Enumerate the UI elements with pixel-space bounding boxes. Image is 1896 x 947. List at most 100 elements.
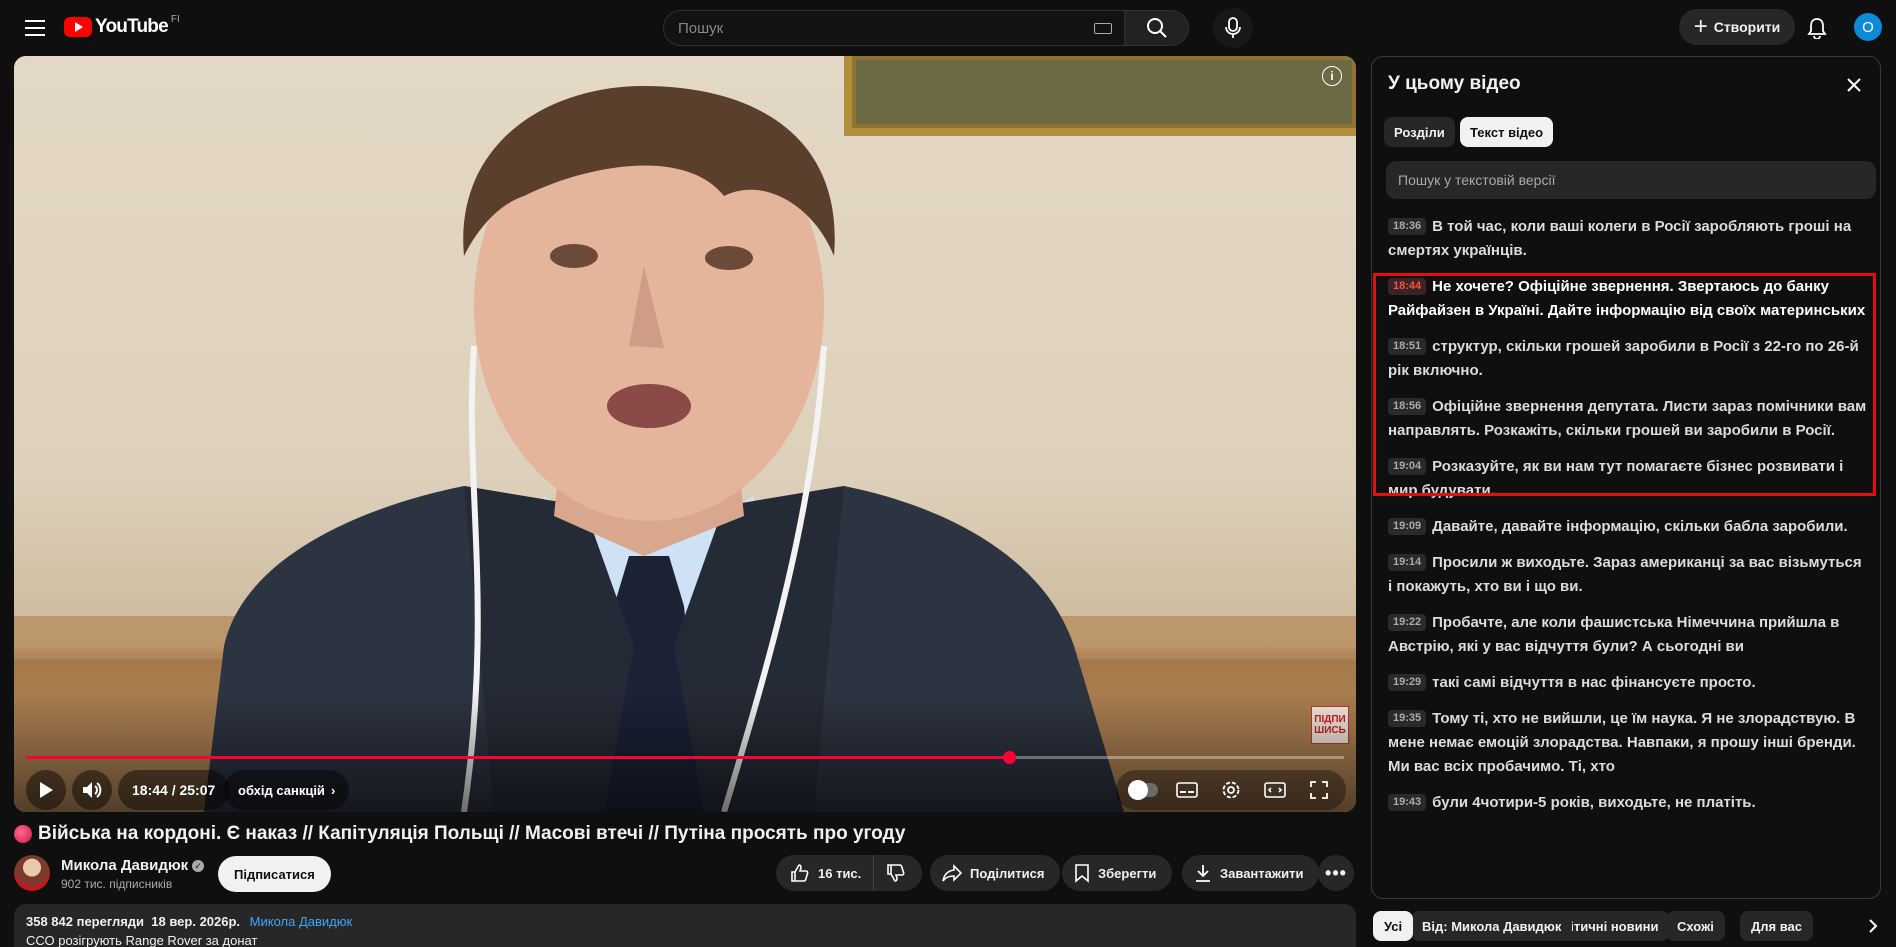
transcript-segment[interactable]: 19:22 Пробачте, але коли фашистська Німеч… bbox=[1372, 611, 1880, 659]
player-right-controls bbox=[1116, 770, 1346, 810]
save-button[interactable]: Зберегти bbox=[1062, 855, 1173, 891]
info-icon[interactable]: i bbox=[1322, 66, 1342, 86]
filter-chip[interactable]: Від: Микола Давидюк bbox=[1411, 911, 1573, 941]
voice-search-button[interactable] bbox=[1213, 8, 1253, 48]
transcript-segment[interactable]: 18:36 В той час, коли ваші колеги в Росії… bbox=[1372, 215, 1880, 263]
segment-text: Тому ті, хто не вийшли, це їм наука. Я н… bbox=[1388, 710, 1856, 775]
transcript-segment[interactable]: 19:14 Просили ж виходьте. Зараз американц… bbox=[1372, 551, 1880, 599]
transcript-segment[interactable]: 18:56 Офіційне звернення депутата. Листи … bbox=[1372, 395, 1880, 443]
transcript-segment[interactable]: 19:09 Давайте, давайте інформацію, скільк… bbox=[1372, 515, 1880, 539]
like-button[interactable]: 16 тис. bbox=[776, 855, 875, 891]
keyboard-icon[interactable] bbox=[1094, 23, 1112, 34]
volume-button[interactable] bbox=[72, 770, 112, 810]
share-icon bbox=[942, 864, 962, 882]
panel-title: У цьому відео bbox=[1388, 73, 1521, 94]
search-input[interactable] bbox=[678, 19, 1078, 37]
bell-icon bbox=[1807, 18, 1827, 39]
download-button[interactable]: Завантажити bbox=[1182, 855, 1320, 891]
segment-text: Просили ж виходьте. Зараз американці за … bbox=[1388, 554, 1862, 595]
autoplay-toggle[interactable] bbox=[1122, 770, 1164, 810]
segment-timestamp: 19:14 bbox=[1388, 554, 1427, 571]
notifications-button[interactable] bbox=[1797, 8, 1837, 48]
segment-timestamp: 18:44 bbox=[1388, 278, 1427, 295]
segment-text: Розказуйте, як ви нам тут помагаєте бізн… bbox=[1388, 458, 1844, 499]
search-button[interactable] bbox=[1125, 10, 1189, 46]
youtube-logo[interactable]: YouTube FI bbox=[64, 13, 180, 39]
transcript-search-input[interactable] bbox=[1398, 172, 1868, 188]
fullscreen-button[interactable] bbox=[1298, 770, 1340, 810]
create-label: Створити bbox=[1713, 19, 1781, 35]
progress-remaining bbox=[1009, 756, 1344, 759]
hamburger-menu-icon[interactable] bbox=[18, 10, 54, 46]
segment-text: структур, скільки грошей заробили в Росі… bbox=[1388, 338, 1859, 379]
segment-text: були 4чотири-5 років, виходьте, не платі… bbox=[1432, 794, 1756, 811]
channel-row: Микола Давидюк ✓ 902 тис. підписників Під… bbox=[14, 855, 1356, 895]
segment-text: такі самі відчуття в нас фінансуєте прос… bbox=[1432, 674, 1756, 691]
segment-timestamp: 19:29 bbox=[1388, 674, 1427, 691]
subtitles-icon bbox=[1176, 782, 1198, 798]
segment-timestamp: 19:04 bbox=[1388, 458, 1427, 475]
transcript-segment[interactable]: 19:35 Тому ті, хто не вийшли, це їм наука… bbox=[1372, 707, 1880, 779]
segment-text: Не хочете? Офіційне звернення. Звертаюсь… bbox=[1388, 278, 1866, 319]
settings-button[interactable] bbox=[1210, 770, 1252, 810]
tab-transcript[interactable]: Текст відео bbox=[1460, 117, 1554, 147]
transcript-segment[interactable]: 19:29 такі самі відчуття в нас фінансуєте… bbox=[1372, 671, 1880, 695]
create-button[interactable]: + Створити bbox=[1679, 9, 1795, 45]
video-player[interactable]: i ПІДПИ ШИСЬ 18:44 / 25:07 обхід санкцій… bbox=[14, 56, 1356, 812]
transcript-segment[interactable]: 19:04 Розказуйте, як ви нам тут помагаєте… bbox=[1372, 455, 1880, 503]
subtitles-button[interactable] bbox=[1166, 770, 1208, 810]
dislike-button[interactable] bbox=[874, 855, 918, 891]
youtube-play-logo-icon bbox=[64, 17, 92, 37]
download-label: Завантажити bbox=[1220, 865, 1304, 881]
gear-icon bbox=[1222, 781, 1240, 799]
theater-mode-button[interactable] bbox=[1254, 770, 1296, 810]
play-icon bbox=[40, 782, 53, 798]
segment-text: В той час, коли ваші колеги в Росії заро… bbox=[1388, 218, 1852, 259]
segment-timestamp: 19:09 bbox=[1388, 518, 1427, 535]
download-icon bbox=[1196, 865, 1210, 882]
country-code: FI bbox=[170, 13, 180, 25]
description-box[interactable]: 358 842 перегляди 18 вер. 2026р. Микола … bbox=[14, 904, 1356, 947]
segment-text: Офіційне звернення депутата. Листи зараз… bbox=[1388, 398, 1867, 439]
channel-avatar[interactable] bbox=[14, 855, 50, 891]
more-actions-button[interactable]: ••• bbox=[1318, 855, 1354, 891]
video-title: Війська на кордоні. Є наказ // Капітуляц… bbox=[14, 823, 1354, 845]
chapter-button[interactable]: обхід санкцій › bbox=[224, 770, 350, 810]
filter-chip[interactable]: Схожі bbox=[1666, 911, 1725, 941]
subscribe-button[interactable]: Підписатися bbox=[218, 856, 331, 892]
segment-timestamp: 18:51 bbox=[1388, 338, 1427, 355]
account-avatar[interactable]: O bbox=[1854, 13, 1882, 41]
transcript-segment[interactable]: 18:51 структур, скільки грошей заробили в… bbox=[1372, 335, 1880, 383]
thumbs-down-icon bbox=[887, 864, 905, 882]
segment-timestamp: 18:56 bbox=[1388, 398, 1427, 415]
chips-next-button[interactable] bbox=[1858, 911, 1888, 941]
transcript-segment[interactable]: 19:43 були 4чотири-5 років, виходьте, не … bbox=[1372, 791, 1880, 815]
transcript-panel: У цьому відео Розділи Текст відео 18:36В… bbox=[1371, 56, 1881, 899]
play-button[interactable] bbox=[26, 770, 66, 810]
description-first-line: ССО розігрують Range Rover за донат bbox=[26, 933, 258, 947]
top-bar: YouTube FI + Створити O bbox=[0, 0, 1896, 56]
share-label: Поділитися bbox=[970, 865, 1045, 881]
subscriber-count: 902 тис. підписників bbox=[61, 877, 173, 891]
segment-timestamp: 19:43 bbox=[1388, 794, 1427, 811]
segment-timestamp: 19:22 bbox=[1388, 614, 1427, 631]
autoplay-pause-icon bbox=[1128, 780, 1158, 800]
filter-chip[interactable]: Усі bbox=[1373, 911, 1414, 941]
volume-icon bbox=[83, 782, 102, 798]
segment-timestamp: 19:35 bbox=[1388, 710, 1427, 727]
fullscreen-icon bbox=[1310, 781, 1328, 799]
segment-text: Давайте, давайте інформацію, скільки баб… bbox=[1432, 518, 1848, 535]
save-label: Зберегти bbox=[1098, 865, 1157, 881]
description-channel-link[interactable]: Микола Давидюк bbox=[250, 914, 353, 929]
tab-chapters[interactable]: Розділи bbox=[1384, 117, 1455, 147]
time-display: 18:44 / 25:07 bbox=[118, 770, 230, 810]
filter-chip[interactable]: Для вас bbox=[1740, 911, 1813, 941]
channel-name[interactable]: Микола Давидюк ✓ bbox=[61, 857, 205, 874]
close-panel-button[interactable] bbox=[1842, 73, 1866, 97]
thumbs-up-icon bbox=[791, 864, 809, 882]
progress-bar[interactable] bbox=[26, 751, 1344, 764]
transcript-segment[interactable]: 18:44 Не хочете? Офіційне звернення. Звер… bbox=[1372, 275, 1880, 323]
like-count: 16 тис. bbox=[818, 865, 862, 881]
description-meta: 358 842 перегляди 18 вер. 2026р. Микола … bbox=[26, 914, 1344, 929]
share-button[interactable]: Поділитися bbox=[930, 855, 1061, 891]
